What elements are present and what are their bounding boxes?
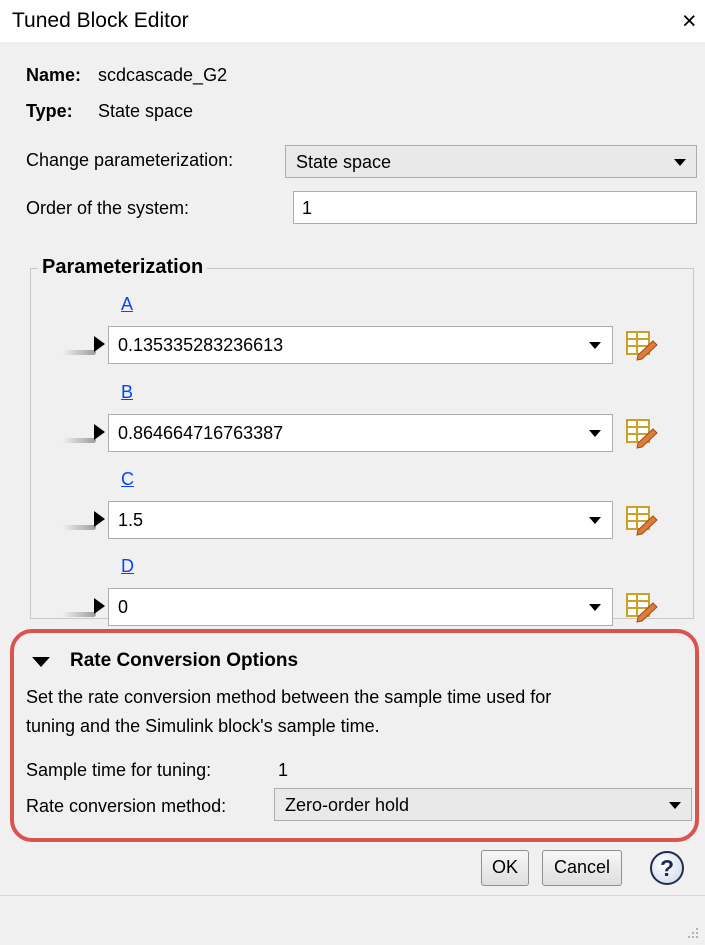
param-d-link[interactable]: D xyxy=(121,556,134,577)
name-label: Name: xyxy=(26,65,82,85)
triangle-right-icon[interactable] xyxy=(94,598,105,614)
type-value: State space xyxy=(98,101,194,121)
param-a-value: 0.135335283236613 xyxy=(118,335,284,355)
table-edit-icon[interactable] xyxy=(624,416,658,450)
triangle-right-icon[interactable] xyxy=(94,511,105,527)
param-c-link[interactable]: C xyxy=(121,469,134,490)
title-bar: Tuned Block Editor × xyxy=(0,0,705,42)
param-b-value: 0.864664716763387 xyxy=(118,423,284,443)
table-edit-icon[interactable] xyxy=(624,328,658,362)
expand-shadow xyxy=(62,612,96,617)
triangle-right-icon[interactable] xyxy=(94,424,105,440)
close-icon[interactable]: × xyxy=(682,6,697,36)
rate-conversion-description-2: tuning and the Simulink block's sample t… xyxy=(26,716,380,736)
expand-shadow xyxy=(62,350,96,355)
expand-shadow xyxy=(62,525,96,530)
status-bar xyxy=(0,895,705,945)
rate-conversion-method-dropdown[interactable]: Zero-order hold xyxy=(274,788,692,821)
param-a-link[interactable]: A xyxy=(121,294,133,315)
param-d-dropdown[interactable]: 0 xyxy=(108,588,613,626)
parameterization-dropdown-value: State space xyxy=(296,152,392,172)
parameterization-dropdown[interactable]: State space xyxy=(285,145,697,178)
name-value: scdcascade_G2 xyxy=(98,65,228,85)
param-d-value: 0 xyxy=(118,597,129,617)
chevron-down-icon xyxy=(589,430,601,437)
sample-time-value: 1 xyxy=(278,760,289,780)
chevron-down-icon xyxy=(674,159,686,166)
order-label: Order of the system: xyxy=(26,198,190,218)
chevron-down-icon xyxy=(589,517,601,524)
order-input[interactable]: 1 xyxy=(293,191,697,224)
expand-shadow xyxy=(62,438,96,443)
sample-time-label: Sample time for tuning: xyxy=(26,760,212,780)
rate-conversion-description-1: Set the rate conversion method between t… xyxy=(26,687,552,707)
triangle-down-icon[interactable] xyxy=(32,657,50,667)
param-c-value: 1.5 xyxy=(118,510,144,530)
param-a-dropdown[interactable]: 0.135335283236613 xyxy=(108,326,613,364)
type-label: Type: xyxy=(26,101,73,121)
cancel-button[interactable]: Cancel xyxy=(542,850,622,886)
window-title: Tuned Block Editor xyxy=(12,9,189,32)
param-c-dropdown[interactable]: 1.5 xyxy=(108,501,613,539)
triangle-right-icon[interactable] xyxy=(94,336,105,352)
resize-grip-icon[interactable] xyxy=(685,925,699,939)
change-parameterization-label: Change parameterization: xyxy=(26,150,234,170)
tuned-block-editor-window: Tuned Block Editor × Name: scdcascade_G2… xyxy=(0,0,705,945)
rate-conversion-method-value: Zero-order hold xyxy=(285,795,410,815)
ok-button[interactable]: OK xyxy=(481,850,529,886)
help-icon[interactable]: ? xyxy=(650,851,684,885)
order-input-value: 1 xyxy=(302,198,313,218)
rate-conversion-title[interactable]: Rate Conversion Options xyxy=(70,650,298,672)
rate-conversion-method-label: Rate conversion method: xyxy=(26,796,227,816)
table-edit-icon[interactable] xyxy=(624,590,658,624)
chevron-down-icon xyxy=(589,342,601,349)
param-b-link[interactable]: B xyxy=(121,382,133,403)
table-edit-icon[interactable] xyxy=(624,503,658,537)
parameterization-title: Parameterization xyxy=(38,256,208,279)
chevron-down-icon xyxy=(669,802,681,809)
chevron-down-icon xyxy=(589,604,601,611)
param-b-dropdown[interactable]: 0.864664716763387 xyxy=(108,414,613,452)
